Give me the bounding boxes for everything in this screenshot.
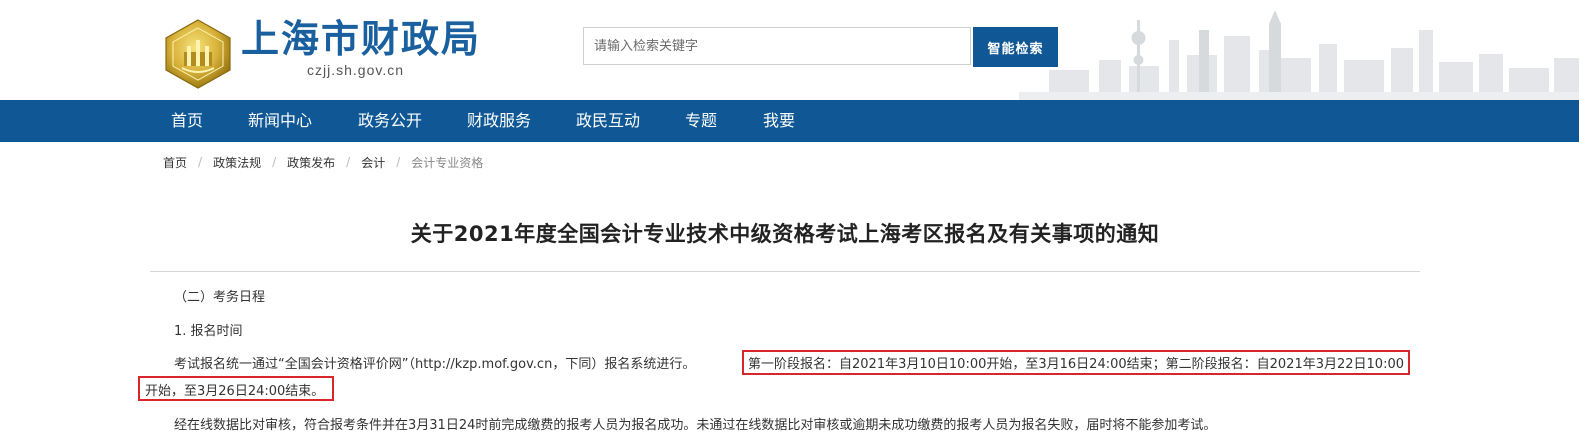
registration-phase-dates-line2: 开始，至3月26日24:00结束。 — [145, 384, 325, 399]
breadcrumb-separator: / — [198, 155, 203, 169]
paragraph-registration-success: 经在线数据比对审核，符合报考条件并在3月31日24时前完成缴费的报考人员为报名成… — [174, 418, 1217, 433]
registration-phase-dates-line1: 第一阶段报名：自2021年3月10日10:00开始，至3月16日24:00结束；… — [748, 357, 1404, 372]
nav-home[interactable]: 首页 — [171, 100, 203, 142]
breadcrumb-accounting[interactable]: 会计 — [361, 154, 385, 171]
breadcrumb-home[interactable]: 首页 — [163, 154, 187, 171]
search-input[interactable] — [583, 27, 971, 65]
nav-special-topics[interactable]: 专题 — [685, 100, 717, 142]
nav-government-affairs[interactable]: 政务公开 — [358, 100, 422, 142]
breadcrumb-accounting-qualification[interactable]: 会计专业资格 — [411, 154, 483, 171]
breadcrumb-separator: / — [396, 155, 401, 169]
section-heading: （二）考务日程 — [174, 290, 266, 305]
main-nav: 首页 新闻中心 政务公开 财政服务 政民互动 专题 我要 — [0, 100, 1579, 142]
article-title: 关于2021年度全国会计专业技术中级资格考试上海考区报名及有关事项的通知 — [410, 222, 1160, 246]
nav-finance-services[interactable]: 财政服务 — [467, 100, 531, 142]
nav-public-interaction[interactable]: 政民互动 — [576, 100, 640, 142]
city-skyline-image — [1019, 10, 1579, 100]
shanghai-finance-emblem-icon[interactable] — [160, 18, 236, 90]
title-divider — [150, 271, 1420, 272]
breadcrumb-policy-release[interactable]: 政策发布 — [287, 154, 335, 171]
subheading-registration-time: 1. 报名时间 — [174, 324, 243, 339]
site-title[interactable]: 上海市财政局 — [241, 16, 481, 62]
breadcrumb-policy-regulations[interactable]: 政策法规 — [213, 154, 261, 171]
breadcrumb-separator: / — [346, 155, 351, 169]
nav-i-want[interactable]: 我要 — [763, 100, 795, 142]
search-button[interactable]: 智能检索 — [973, 27, 1058, 67]
site-domain: czjj.sh.gov.cn — [307, 62, 404, 78]
breadcrumb-separator: / — [272, 155, 277, 169]
nav-news-center[interactable]: 新闻中心 — [248, 100, 312, 142]
site-header: 上海市财政局 czjj.sh.gov.cn 智能检索 — [0, 0, 1579, 100]
breadcrumb: 首页 / 政策法规 / 政策发布 / 会计 / 会计专业资格 — [163, 153, 483, 171]
paragraph-registration-intro: 考试报名统一通过“全国会计资格评价网”（http://kzp.mof.gov.c… — [174, 357, 696, 372]
